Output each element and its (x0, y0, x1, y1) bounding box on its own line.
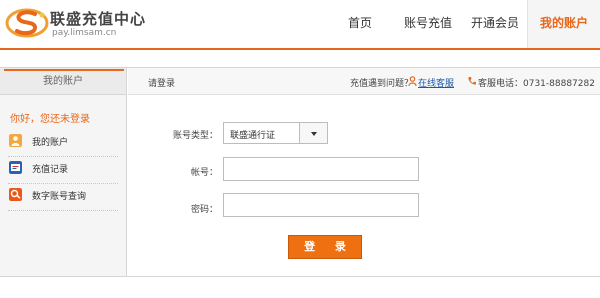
nav-item-my-account[interactable]: 我的账户 (527, 0, 600, 48)
service-phone-text: 客服电话：0731-88887282 (478, 79, 595, 89)
query-icon (9, 188, 22, 201)
brand-url: pay.limsam.cn (52, 28, 117, 38)
nav-item-home[interactable]: 首页 (334, 0, 386, 48)
sidebar-item-recharge-record[interactable]: 充值记录 (0, 156, 126, 182)
online-service-link[interactable]: 在线客服 (418, 76, 454, 89)
please-login-text: 请登录 (148, 79, 176, 89)
account-type-value: 联盛通行证 (230, 131, 276, 141)
sidebar-header: 我的账户 (0, 68, 126, 95)
phone-icon (468, 77, 476, 85)
account-type-label: 账号类型： (172, 131, 218, 141)
nav-item-open-membership[interactable]: 开通会员 (464, 0, 526, 48)
sidebar-item-label: 我的账户 (32, 138, 69, 148)
login-form: 账号类型： 联盛通行证 帐号： 密码： 登 录 (128, 96, 600, 276)
nav-item-account-recharge[interactable]: 账号充值 (396, 0, 460, 48)
sidebar-divider (8, 210, 118, 211)
password-label: 密码： (190, 205, 218, 215)
login-button[interactable]: 登 录 (288, 235, 362, 259)
sidebar: 我的账户 你好，您还未登录 我的账户 充值记录 数字账号查询 (0, 68, 127, 276)
header-accent-bar (0, 48, 600, 50)
login-greeting: 你好，您还未登录 (10, 114, 90, 125)
account-label: 帐号： (190, 168, 218, 178)
sidebar-item-label: 数字账号查询 (32, 192, 87, 202)
sidebar-item-my-account[interactable]: 我的账户 (0, 129, 126, 155)
limsam-logo-icon[interactable] (4, 6, 50, 40)
chevron-down-icon (311, 132, 317, 136)
content-topbar: 请登录 充值遇到问题？ 在线客服 客服电话：0731-88887282 (128, 68, 600, 95)
brand-title: 联盛充值中心 (50, 10, 147, 28)
account-input[interactable] (223, 157, 419, 181)
page: 联盛充值中心 pay.limsam.cn 首页 账号充值 开通会员 我的账户 我… (0, 0, 600, 298)
sidebar-item-label: 充值记录 (32, 165, 69, 175)
sidebar-accent-line (4, 69, 124, 71)
record-icon (9, 161, 22, 174)
content-frame: 我的账户 你好，您还未登录 我的账户 充值记录 数字账号查询 请登录 充值遇到问… (0, 67, 600, 277)
service-person-icon (408, 76, 417, 86)
dropdown-button[interactable] (299, 122, 328, 144)
help-question-text: 充值遇到问题？ (350, 79, 414, 89)
user-icon (9, 134, 22, 147)
header: 联盛充值中心 pay.limsam.cn 首页 账号充值 开通会员 我的账户 (0, 0, 600, 48)
sidebar-item-digital-account-query[interactable]: 数字账号查询 (0, 183, 126, 209)
password-input[interactable] (223, 193, 419, 217)
account-type-select[interactable]: 联盛通行证 (223, 122, 328, 144)
